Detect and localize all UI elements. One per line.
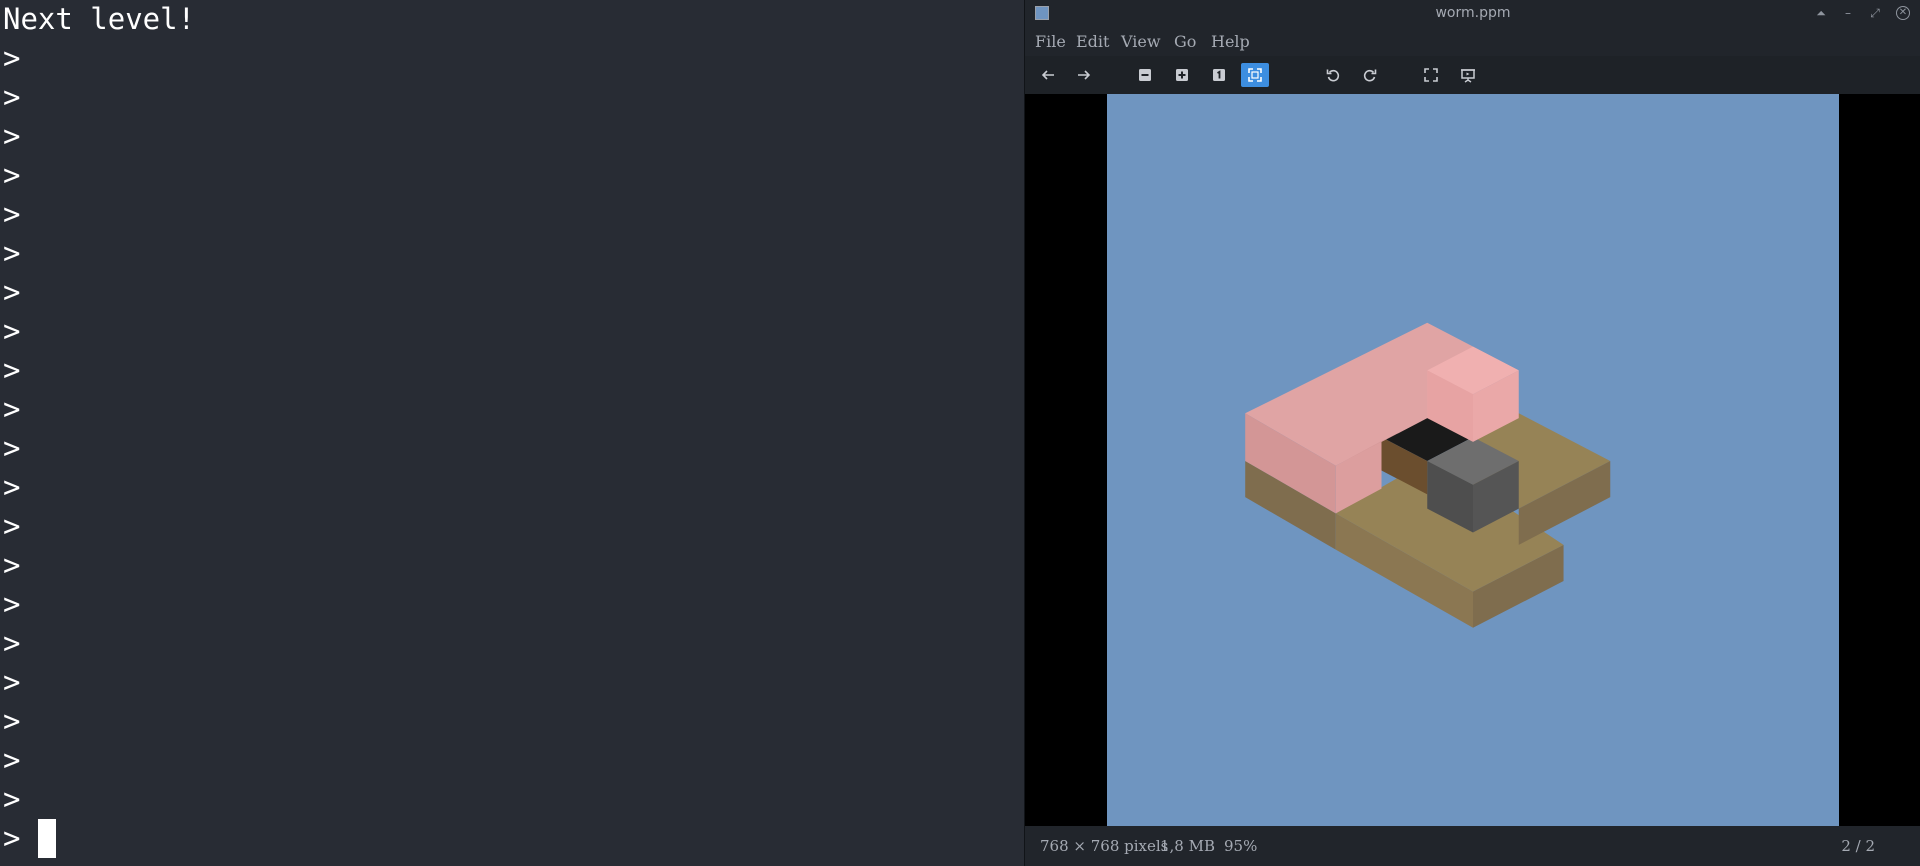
terminal-prompt-line: >	[3, 626, 21, 660]
zoom-out-icon	[1139, 69, 1151, 81]
back-button[interactable]	[1034, 63, 1062, 87]
rotate-right-button[interactable]	[1356, 63, 1384, 87]
terminal-prompt-line: >	[3, 236, 21, 270]
close-button[interactable]: ✕	[1896, 6, 1910, 20]
menu-help[interactable]: Help	[1211, 32, 1250, 51]
image-canvas[interactable]	[1025, 94, 1920, 826]
fit-icon	[1248, 68, 1262, 82]
terminal-prompt-line: >	[3, 392, 21, 426]
terminal-prompt-line: >	[3, 587, 21, 621]
menu-go[interactable]: Go	[1174, 32, 1196, 51]
rotate-left-button[interactable]	[1319, 63, 1347, 87]
menu-edit[interactable]: Edit	[1076, 32, 1109, 51]
slideshow-icon	[1461, 69, 1475, 83]
image-position: 2 / 2	[1841, 837, 1875, 855]
terminal-prompt-line: >	[3, 782, 21, 816]
menu-file[interactable]: File	[1035, 32, 1066, 51]
arrow-left-icon	[1041, 70, 1054, 80]
terminal-output: Next level! > > > > > > > > > > > > > > > > > > > > >	[3, 0, 195, 858]
fullscreen-button[interactable]	[1417, 63, 1445, 87]
fullscreen-icon	[1424, 68, 1438, 82]
terminal-prompt-line: >	[3, 665, 21, 699]
zoom-in-button[interactable]	[1168, 63, 1196, 87]
terminal-prompt-line: >	[3, 41, 21, 75]
normal-size-button[interactable]	[1205, 63, 1233, 87]
terminal-prompt-line: >	[3, 509, 21, 543]
terminal-prompt-line: >	[3, 548, 21, 582]
best-fit-button[interactable]	[1241, 63, 1269, 87]
zoom-in-icon	[1176, 69, 1188, 81]
maximize-button[interactable]: ⤢	[1867, 5, 1883, 21]
menu-view[interactable]: View	[1121, 32, 1161, 51]
terminal-prompt-line: >	[3, 470, 21, 504]
window-title: worm.ppm	[1435, 5, 1511, 21]
terminal-prompt-line: >	[3, 314, 21, 348]
title-bar: worm.ppm ⏶ – ⤢ ✕	[1025, 0, 1920, 28]
one-to-one-icon	[1213, 69, 1225, 81]
zoom-out-button[interactable]	[1131, 63, 1159, 87]
image-viewer-window: worm.ppm ⏶ – ⤢ ✕ File Edit View Go Help	[1024, 0, 1920, 866]
terminal-window[interactable]: Next level! > > > > > > > > > > > > > > > > > > > > >	[0, 0, 1022, 866]
menu-bar: File Edit View Go Help	[1025, 28, 1920, 56]
forward-button[interactable]	[1070, 63, 1098, 87]
status-bar: 768 × 768 pixels 1,8 MB 95% 2 / 2	[1025, 826, 1920, 866]
terminal-prompt-line: >	[3, 353, 21, 387]
rotate-right-icon	[1363, 69, 1377, 82]
slideshow-button[interactable]	[1454, 63, 1482, 87]
terminal-prompt-line: >	[3, 158, 21, 192]
terminal-prompt-line: >	[3, 743, 21, 777]
terminal-prompt-line: >	[3, 197, 21, 231]
terminal-prompt-line: >	[3, 704, 21, 738]
terminal-line: Next level!	[3, 2, 196, 36]
terminal-prompt-line: >	[3, 80, 21, 114]
arrow-right-icon	[1078, 70, 1091, 80]
minimize-button[interactable]: –	[1840, 5, 1856, 21]
zoom-level: 95%	[1224, 837, 1258, 855]
image-dimensions: 768 × 768 pixels	[1040, 837, 1169, 855]
keep-above-button[interactable]: ⏶	[1813, 5, 1829, 21]
toolbar	[1025, 56, 1920, 94]
rotate-left-icon	[1326, 69, 1340, 82]
terminal-cursor	[37, 819, 56, 858]
terminal-prompt-line: >	[3, 275, 21, 309]
terminal-prompt-line: >	[3, 119, 21, 153]
terminal-input-line[interactable]: >	[3, 819, 195, 858]
terminal-prompt-line: >	[3, 431, 21, 465]
worm-game-image	[1107, 94, 1839, 826]
file-size: 1,8 MB	[1160, 837, 1216, 855]
